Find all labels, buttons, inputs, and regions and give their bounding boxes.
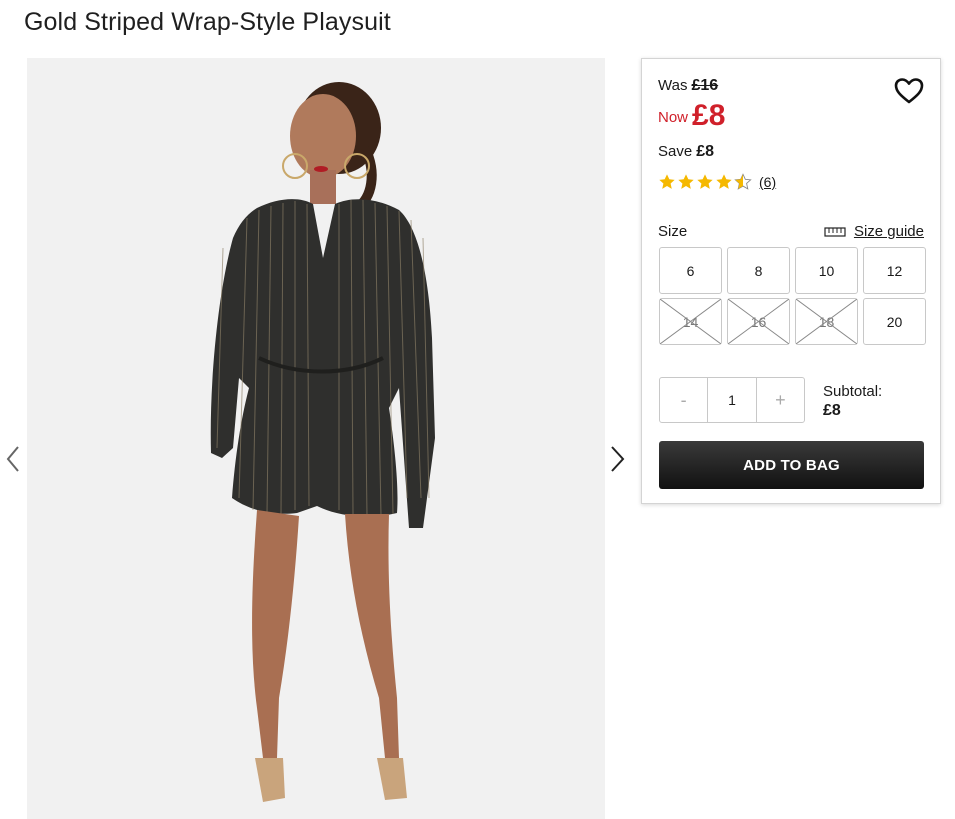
product-image[interactable] [27, 58, 605, 819]
quantity-decrease-button[interactable]: - [660, 378, 707, 422]
subtotal-value: £8 [823, 402, 841, 419]
star-half-icon [734, 173, 752, 190]
chevron-right-icon [611, 446, 625, 472]
save-row: Save £8 [658, 143, 714, 161]
save-label: Save [658, 143, 693, 160]
product-gallery [0, 58, 640, 819]
save-amount: £8 [696, 143, 714, 160]
ruler-icon [824, 226, 846, 237]
size-guide-link[interactable]: Size guide [824, 223, 924, 240]
quantity-stepper: - 1 + [659, 377, 805, 423]
was-label: Was [658, 77, 688, 94]
quantity-increase-button[interactable]: + [757, 378, 804, 422]
size-option-6[interactable]: 6 [659, 247, 722, 294]
unavailable-cross-icon [660, 299, 721, 344]
heart-icon [894, 78, 924, 104]
rating: (6) [658, 173, 776, 191]
was-price-row: Was £16 [658, 77, 718, 95]
size-option-20[interactable]: 20 [863, 298, 926, 345]
gallery-next-button[interactable] [605, 444, 629, 474]
was-price: £16 [691, 77, 719, 94]
size-option-12[interactable]: 12 [863, 247, 926, 294]
product-title: Gold Striped Wrap-Style Playsuit [24, 8, 391, 36]
unavailable-cross-icon [796, 299, 857, 344]
subtotal: Subtotal: £8 [823, 382, 882, 420]
review-count-link[interactable]: (6) [759, 174, 776, 190]
star-full-icon [659, 174, 675, 189]
size-option-8[interactable]: 8 [727, 247, 790, 294]
star-full-icon [678, 174, 694, 189]
size-guide-label: Size guide [853, 223, 924, 240]
size-options: 6 8 10 12 14 16 18 20 [659, 247, 927, 345]
now-price: £8 [692, 99, 726, 132]
quantity-value[interactable]: 1 [707, 378, 757, 422]
star-full-icon [697, 174, 713, 189]
size-option-16-unavailable: 16 [727, 298, 790, 345]
now-price-row: Now £8 [658, 99, 725, 133]
size-option-10[interactable]: 10 [795, 247, 858, 294]
subtotal-label: Subtotal: [823, 383, 883, 400]
star-full-icon [716, 174, 732, 189]
unavailable-cross-icon [728, 299, 789, 344]
chevron-left-icon [6, 446, 19, 472]
purchase-panel: Was £16 Now £8 Save £8 (6) Size Size guide … [641, 58, 941, 504]
size-option-18-unavailable: 18 [795, 298, 858, 345]
size-label: Size [658, 223, 688, 240]
now-label: Now [658, 109, 689, 126]
gallery-prev-button[interactable] [2, 444, 26, 474]
wishlist-button[interactable] [894, 77, 924, 105]
add-to-bag-button[interactable]: ADD TO BAG [659, 441, 924, 489]
size-option-14-unavailable: 14 [659, 298, 722, 345]
